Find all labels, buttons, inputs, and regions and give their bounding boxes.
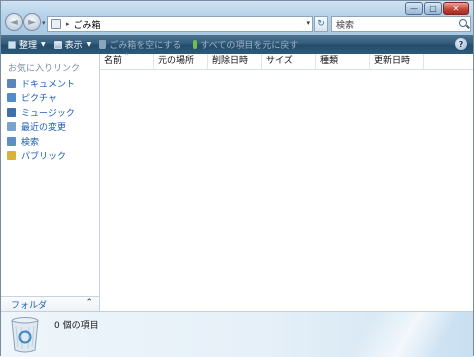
minimize-button[interactable]: — xyxy=(405,2,423,15)
folders-toggle[interactable]: フォルダ ⌃ xyxy=(1,296,99,311)
close-button[interactable]: ✕ xyxy=(443,2,469,15)
breadcrumb-location[interactable]: ごみ箱 xyxy=(74,18,101,31)
help-button[interactable]: ? xyxy=(455,38,467,50)
documents-icon xyxy=(7,78,16,88)
chevron-down-icon: ▼ xyxy=(86,41,92,48)
navigation-pane: お気に入りリンク ドキュメント ピクチャミュージック 最近の変更検索パブリック フォ… xyxy=(1,54,100,311)
details-pane: 0 個の項目 xyxy=(1,311,473,357)
folders-label: フォルダ xyxy=(11,300,48,311)
sidebar-item-4[interactable]: 検索 xyxy=(7,134,75,149)
help-icon: ? xyxy=(458,39,464,49)
column-header[interactable]: 元の場所 xyxy=(154,54,208,69)
title-bar: — □ ✕ ◄ ► ▾ ▸ ごみ箱 ▾ ↻ 検索 xyxy=(1,1,473,35)
column-header[interactable]: 種類 xyxy=(316,54,370,69)
views-button[interactable]: 表示 ▼ xyxy=(50,35,96,54)
address-bar[interactable]: ▸ ごみ箱 ▾ xyxy=(47,16,313,32)
pictures-icon xyxy=(7,93,16,103)
column-header[interactable]: サイズ xyxy=(262,54,316,69)
sidebar-item-label: 検索 xyxy=(21,137,40,148)
column-header[interactable]: 削除日時 xyxy=(208,54,262,69)
sidebar-item-0[interactable]: ドキュメント xyxy=(7,76,75,91)
sidebar-item-label: ドキュメント xyxy=(21,79,76,90)
recycle-bin-large-icon xyxy=(11,317,39,353)
views-icon xyxy=(53,40,62,49)
sort-indicator-icon: ^ xyxy=(124,53,130,60)
empty-recycle-bin-button[interactable]: ごみ箱を空にする xyxy=(95,35,185,54)
favorite-links-list: ドキュメント ピクチャミュージック 最近の変更検索パブリック xyxy=(7,76,75,163)
chevron-down-icon: ▼ xyxy=(41,41,46,48)
command-bar: 整理 ▼ 表示 ▼ ごみ箱を空にする すべての項目を元に戻す ? xyxy=(1,35,473,54)
favorite-links-heading: お気に入りリンク xyxy=(8,64,81,74)
sidebar-item-3[interactable]: 最近の変更 xyxy=(7,120,75,135)
item-count: 0 個の項目 xyxy=(54,321,99,331)
recent-changes-icon xyxy=(7,122,16,132)
recent-pages-dropdown-icon[interactable]: ▾ xyxy=(42,19,46,27)
search-icon[interactable] xyxy=(459,19,467,27)
sidebar-item-5[interactable]: パブリック xyxy=(7,149,75,164)
forward-button[interactable]: ► xyxy=(23,13,41,31)
sidebar-item-2[interactable]: ミュージック xyxy=(7,105,75,120)
navigation-buttons: ◄ ► ▾ xyxy=(5,13,46,33)
explorer-window: — □ ✕ ◄ ► ▾ ▸ ごみ箱 ▾ ↻ 検索 整理 ▼ 表示 ▼ ごみ箱を空… xyxy=(0,0,474,357)
sidebar-item-label: ピクチャ xyxy=(21,94,57,105)
decorative-swoosh xyxy=(343,312,473,357)
search-folder-icon xyxy=(7,136,16,146)
maximize-button[interactable]: □ xyxy=(424,2,442,15)
organize-icon xyxy=(8,40,16,49)
restore-arrow-icon xyxy=(193,40,198,49)
breadcrumb-separator-icon[interactable]: ▸ xyxy=(66,20,70,28)
column-headers: 名前 ^ 元の場所 削除日時 サイズ 種類 更新日時 xyxy=(100,53,473,70)
empty-recycle-bin-label: ごみ箱を空にする xyxy=(109,41,182,51)
search-box[interactable]: 検索 xyxy=(331,16,471,32)
forward-arrow-icon: ► xyxy=(28,16,36,28)
sidebar-item-label: パブリック xyxy=(21,152,67,163)
organize-label: 整理 xyxy=(19,41,38,51)
file-list-pane[interactable]: 名前 ^ 元の場所 削除日時 サイズ 種類 更新日時 xyxy=(100,53,473,311)
recycle-bin-icon xyxy=(99,40,107,49)
sidebar-item-label: 最近の変更 xyxy=(21,123,67,134)
address-dropdown-icon[interactable]: ▾ xyxy=(306,19,310,27)
column-header[interactable]: 更新日時 xyxy=(370,54,424,69)
restore-all-items-label: すべての項目を元に戻す xyxy=(200,41,299,51)
refresh-icon: ↻ xyxy=(317,19,325,29)
back-button[interactable]: ◄ xyxy=(5,13,23,31)
sidebar-item-label: ミュージック xyxy=(21,108,75,119)
music-icon xyxy=(7,107,16,117)
chevron-up-icon: ⌃ xyxy=(85,298,93,308)
views-label: 表示 xyxy=(64,41,83,51)
caption-buttons: — □ ✕ xyxy=(404,2,469,16)
search-placeholder: 検索 xyxy=(336,20,355,31)
recycle-bin-small-icon xyxy=(51,19,61,29)
restore-all-items-button[interactable]: すべての項目を元に戻す xyxy=(189,35,302,54)
back-arrow-icon: ◄ xyxy=(10,16,18,28)
refresh-button[interactable]: ↻ xyxy=(314,16,328,32)
sidebar-item-1[interactable]: ピクチャ xyxy=(7,91,75,106)
organize-button[interactable]: 整理 ▼ xyxy=(4,35,50,54)
public-folder-icon xyxy=(7,151,16,161)
